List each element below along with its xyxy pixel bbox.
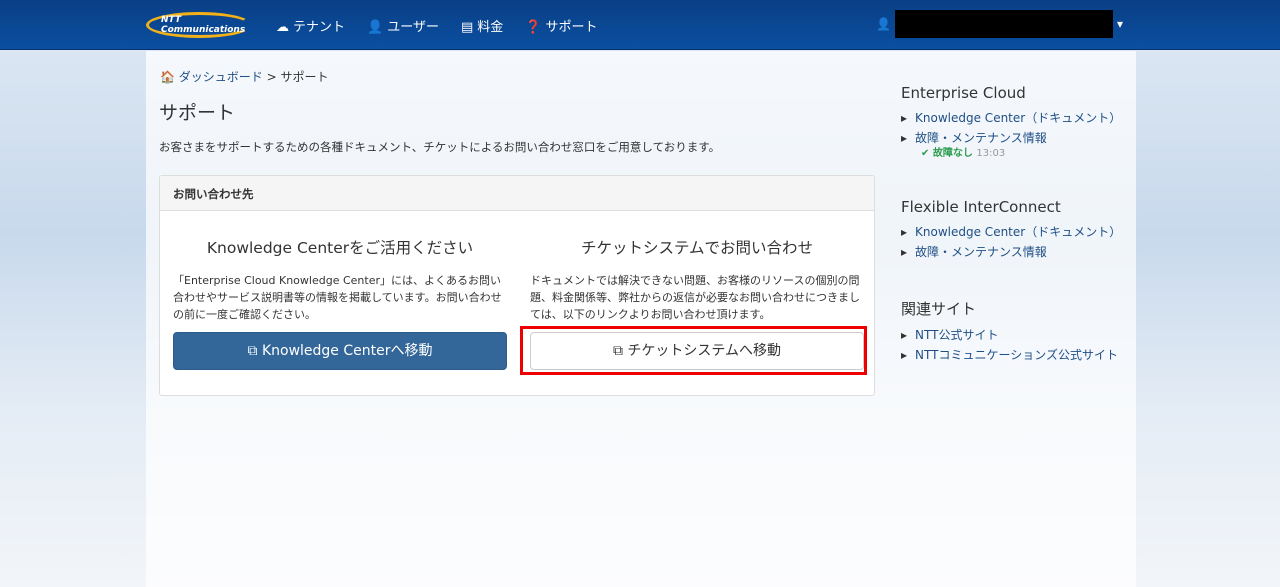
nav-label: 料金 (477, 19, 504, 35)
knowledge-center-button[interactable]: ⧉ Knowledge Centerへ移動 (173, 332, 507, 370)
page-description: お客さまをサポートするための各種ドキュメント、チケットによるお問い合わせ窓口をご… (159, 140, 721, 154)
panel-heading: お問い合わせ先 (160, 176, 874, 211)
home-icon: 🏠 (160, 70, 175, 84)
nav-users[interactable]: 👤 ユーザー (367, 16, 439, 35)
question-icon: ❓ (525, 19, 542, 35)
user-icon: 👤 (876, 17, 891, 31)
nav-support[interactable]: ❓ サポート (525, 16, 597, 35)
sidebar-heading: 関連サイト (901, 300, 977, 318)
nav-tenant[interactable]: ☁ テナント (276, 16, 345, 35)
ticket-title: チケットシステムでお問い合わせ (580, 239, 814, 257)
button-label: Knowledge Centerへ移動 (261, 343, 433, 359)
kc-text: 「Enterprise Cloud Knowledge Center」には、よく… (173, 274, 502, 321)
breadcrumb-sep: > (266, 70, 277, 84)
breadcrumb-current: サポート (280, 70, 329, 84)
kc-title: Knowledge Centerをご活用ください (206, 239, 474, 257)
card-icon: ▤ (460, 19, 474, 35)
redacted-username (894, 10, 1113, 38)
nav-billing[interactable]: ▤ 料金 (461, 16, 503, 35)
status-badge: ✔ 故障なし 13:03 (921, 148, 1131, 160)
kc-column: Knowledge Centerをご活用ください 「Enterprise Clo… (173, 236, 507, 370)
check-circle-icon: ✔ (921, 148, 930, 159)
sidebar-link[interactable]: Knowledge Center（ドキュメント） (901, 108, 1131, 128)
ticket-text: ドキュメントでは解決できない問題、お客様のリソースの個別の問題、料金関係等、弊社… (530, 274, 860, 321)
top-nav: NTT Communications ☁ テナント 👤 ユーザー ▤ 料金 ❓ サポート… (0, 0, 1280, 50)
nav-label: テナント (293, 19, 346, 35)
highlight-box (520, 326, 867, 375)
nav-label: サポート (545, 19, 598, 35)
sidebar-link[interactable]: Knowledge Center（ドキュメント） (901, 222, 1131, 242)
nav-label: ユーザー (387, 19, 439, 35)
sidebar-link[interactable]: 故障・メンテナンス情報 (901, 128, 1131, 148)
breadcrumb: 🏠 ダッシュボード > サポート (160, 68, 329, 85)
status-text: 故障なし (932, 148, 973, 159)
sidebar: Enterprise Cloud Knowledge Center（ドキュメント… (901, 84, 1131, 395)
status-time: 13:03 (976, 148, 1006, 159)
ntt-logo[interactable]: NTT Communications (146, 12, 252, 38)
caret-down-icon: ▾ (1116, 17, 1123, 31)
sidebar-link[interactable]: NTT公式サイト (901, 325, 1131, 345)
user-icon: 👤 (367, 19, 384, 35)
page-title: サポート (159, 102, 236, 124)
sidebar-heading: Enterprise Cloud (901, 84, 1026, 102)
user-menu[interactable]: 👤 ▾ (876, 10, 1123, 38)
external-link-icon: ⧉ (247, 343, 258, 359)
sidebar-link[interactable]: NTTコミュニケーションズ公式サイト (901, 345, 1131, 365)
sidebar-heading: Flexible InterConnect (901, 198, 1061, 216)
breadcrumb-dashboard[interactable]: ダッシュボード (179, 70, 263, 84)
cloud-icon: ☁ (276, 19, 289, 35)
sidebar-link[interactable]: 故障・メンテナンス情報 (901, 242, 1131, 262)
